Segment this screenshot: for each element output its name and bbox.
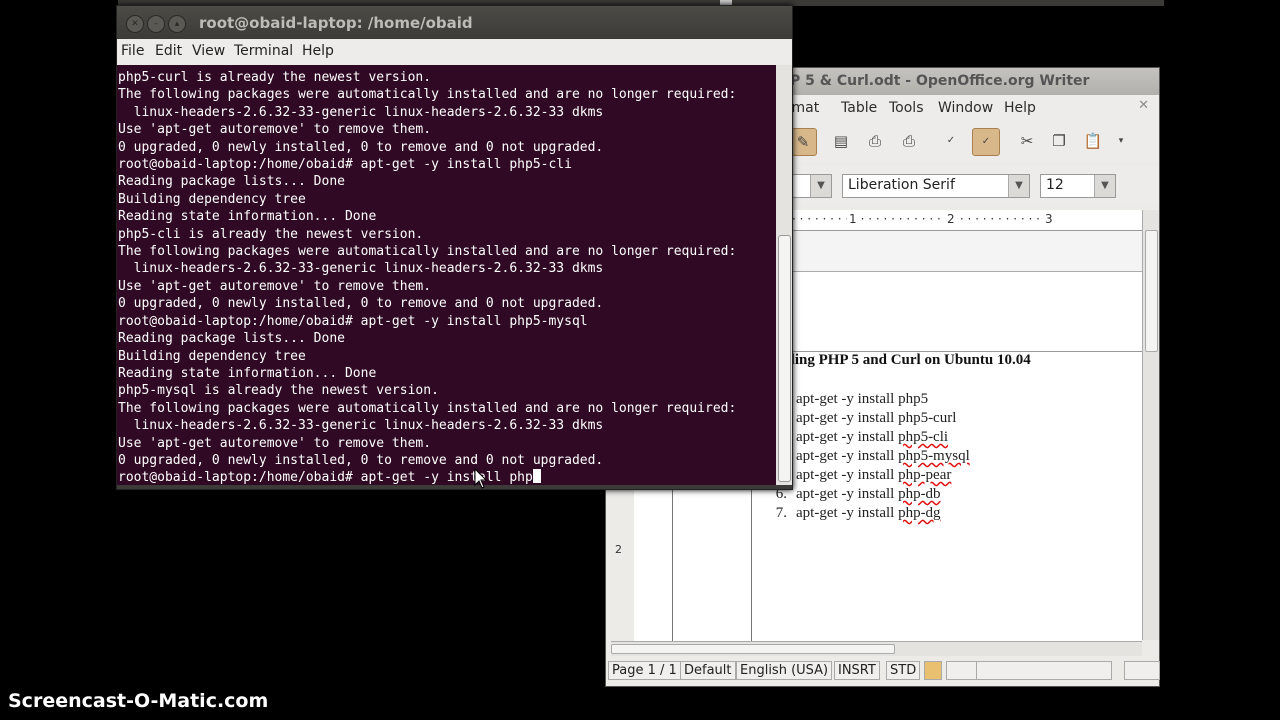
print-preview-icon[interactable]: ⎙ [896,128,922,154]
status-signature[interactable] [946,661,978,680]
cut-icon[interactable]: ✂ [1014,128,1040,154]
close-icon[interactable]: ✕ [126,15,144,33]
terminal-line: 0 upgraded, 0 newly installed, 0 to remo… [118,296,604,312]
menu-window[interactable]: Window [938,100,993,116]
scrollbar-thumb[interactable] [1145,230,1158,352]
terminal-line: The following packages were automaticall… [118,400,737,416]
terminal-line: php5-curl is already the newest version. [118,70,432,85]
writer-horizontal-scrollbar[interactable] [611,641,1142,656]
terminal-line: Reading package lists... Done [118,331,345,347]
terminal-line: 0 upgraded, 0 newly installed, 0 to remo… [118,139,604,155]
ruler-mark: 3 [1043,212,1055,226]
close-document-icon[interactable]: ✕ [1138,98,1149,113]
terminal-output[interactable]: php5-curl is already the newest version.… [117,65,776,485]
menu-file[interactable]: File [121,43,144,59]
terminal-title: root@obaid-laptop: /home/obaid [199,14,473,32]
scrollbar-thumb[interactable] [611,644,895,654]
status-selection-mode[interactable]: STD [886,661,921,680]
terminal-line: linux-headers-2.6.32-33-generic linux-he… [118,104,604,120]
status-page: Page 1 / 1 [608,661,681,680]
menu-help[interactable]: Help [302,43,334,59]
status-insert-mode[interactable]: INSRT [834,661,880,680]
terminal-line: php5-mysql is already the newest version… [118,383,439,399]
menu-table[interactable]: Table [841,100,877,116]
menu-help[interactable]: Help [1004,100,1036,116]
terminal-line: linux-headers-2.6.32-33-generic linux-he… [118,261,604,277]
terminal-menubar: File Edit View Terminal Help [117,39,792,65]
terminal-line: Use 'apt-get autoremove' to remove them. [118,435,432,451]
ruler-mark: 2 [945,212,957,226]
terminal-line: Use 'apt-get autoremove' to remove them. [118,278,432,294]
chevron-down-icon[interactable]: ▼ [810,175,831,197]
terminal-line: Reading state information... Done [118,209,377,225]
writer-title: P 5 & Curl.odt - OpenOffice.org Writer [790,73,1090,89]
writer-statusbar: Page 1 / 1 Default English (USA) INSRT S… [606,658,1160,682]
terminal-line: root@obaid-laptop:/home/obaid# apt-get -… [118,157,572,173]
font-name-value: Liberation Serif [848,177,955,193]
status-style[interactable]: Default [680,661,736,680]
chevron-down-icon[interactable]: ▼ [1008,175,1029,197]
menu-view[interactable]: View [192,43,225,59]
ruler-mark: 1 [847,212,859,226]
copy-icon[interactable]: ❐ [1046,128,1072,154]
status-language[interactable]: English (USA) [736,661,833,680]
paste-dropdown-icon[interactable]: ▾ [1108,128,1134,154]
scrollbar-thumb[interactable] [778,235,791,482]
terminal-prompt-line: root@obaid-laptop:/home/obaid# apt-get -… [118,469,736,486]
menu-terminal[interactable]: Terminal [234,43,293,59]
chevron-down-icon[interactable]: ▼ [1094,175,1115,197]
font-size-value: 12 [1046,177,1064,193]
terminal-line: Reading package lists... Done [118,174,345,190]
writer-vertical-scrollbar[interactable] [1142,210,1159,640]
terminal-line: The following packages were automaticall… [118,244,737,260]
terminal-window: ✕ – ▴ root@obaid-laptop: /home/obaid Fil… [116,5,793,490]
ruler-dots: · · · · · · · · · · · · · · · · · · · · … [792,212,1040,226]
status-info [976,661,1112,680]
autospellcheck-icon[interactable]: ✓ [972,128,1000,156]
view-layout-icon[interactable] [1124,661,1160,680]
minimize-icon[interactable]: – [147,15,165,33]
terminal-line: root@obaid-laptop:/home/obaid# apt-get -… [118,313,588,329]
paste-icon[interactable]: 📋 [1080,128,1106,154]
terminal-line: The following packages were automaticall… [118,87,737,103]
document-heading: alling PHP 5 and Curl on Ubuntu 10.04 [779,352,1031,368]
maximize-icon[interactable]: ▴ [168,15,186,33]
font-name-combo[interactable]: Liberation Serif ▼ [842,174,1030,198]
export-pdf-icon[interactable]: ▤ [828,128,854,154]
vertical-ruler-mark: 2 [615,543,622,556]
edit-file-icon[interactable]: ✎ [789,128,817,156]
watermark: Screencast-O-Matic.com [8,690,269,712]
horizontal-ruler[interactable]: · · · · · · · · · · · · · · · · · · · · … [792,210,1142,231]
terminal-text: php5-curl is already the newest version.… [118,69,736,487]
menu-edit[interactable]: Edit [155,43,182,59]
print-icon[interactable]: ⎙ [862,128,888,154]
document-modified-icon [924,661,942,680]
terminal-line: php5-cli is already the newest version. [118,226,424,242]
menu-tools[interactable]: Tools [889,100,924,116]
terminal-line: Reading state information... Done [118,365,377,381]
terminal-line: Use 'apt-get autoremove' to remove them. [118,122,432,138]
terminal-line: Building dependency tree [118,191,306,207]
style-combo[interactable]: ▼ [792,174,832,198]
text-cursor [532,469,541,484]
spellcheck-icon[interactable]: ✓ [938,128,964,154]
terminal-line: linux-headers-2.6.32-33-generic linux-he… [118,418,604,434]
terminal-line: 0 upgraded, 0 newly installed, 0 to remo… [118,452,604,468]
terminal-scrollbar[interactable] [776,65,792,485]
font-size-combo[interactable]: 12 ▼ [1040,174,1116,198]
terminal-line: Building dependency tree [118,348,306,364]
terminal-title-bar[interactable]: ✕ – ▴ root@obaid-laptop: /home/obaid [117,6,792,39]
